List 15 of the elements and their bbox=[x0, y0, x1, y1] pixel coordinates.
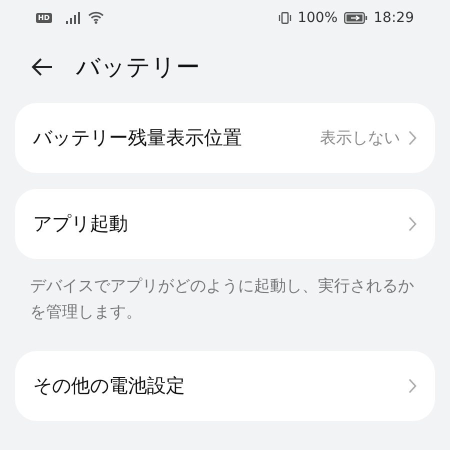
back-icon[interactable] bbox=[30, 57, 54, 77]
battery-charging-icon bbox=[344, 12, 368, 24]
settings-item[interactable]: その他の電池設定 bbox=[15, 351, 435, 421]
chevron-right-icon bbox=[408, 378, 417, 394]
settings-item[interactable]: アプリ起動 bbox=[15, 189, 435, 259]
chevron-right-icon bbox=[408, 130, 417, 146]
settings-item[interactable]: バッテリー残量表示位置 表示しない bbox=[15, 103, 435, 173]
page-title: バッテリー bbox=[76, 52, 200, 83]
wifi-icon bbox=[88, 11, 104, 24]
description-text: デバイスでアプリがどのように起動し、実行されるかを管理します。 bbox=[30, 275, 415, 323]
clock-time: 18:29 bbox=[374, 10, 414, 26]
signal-icon bbox=[66, 12, 82, 24]
vibrate-icon bbox=[278, 12, 292, 24]
battery-percent: 100% bbox=[298, 10, 338, 26]
chevron-right-icon bbox=[408, 216, 417, 232]
